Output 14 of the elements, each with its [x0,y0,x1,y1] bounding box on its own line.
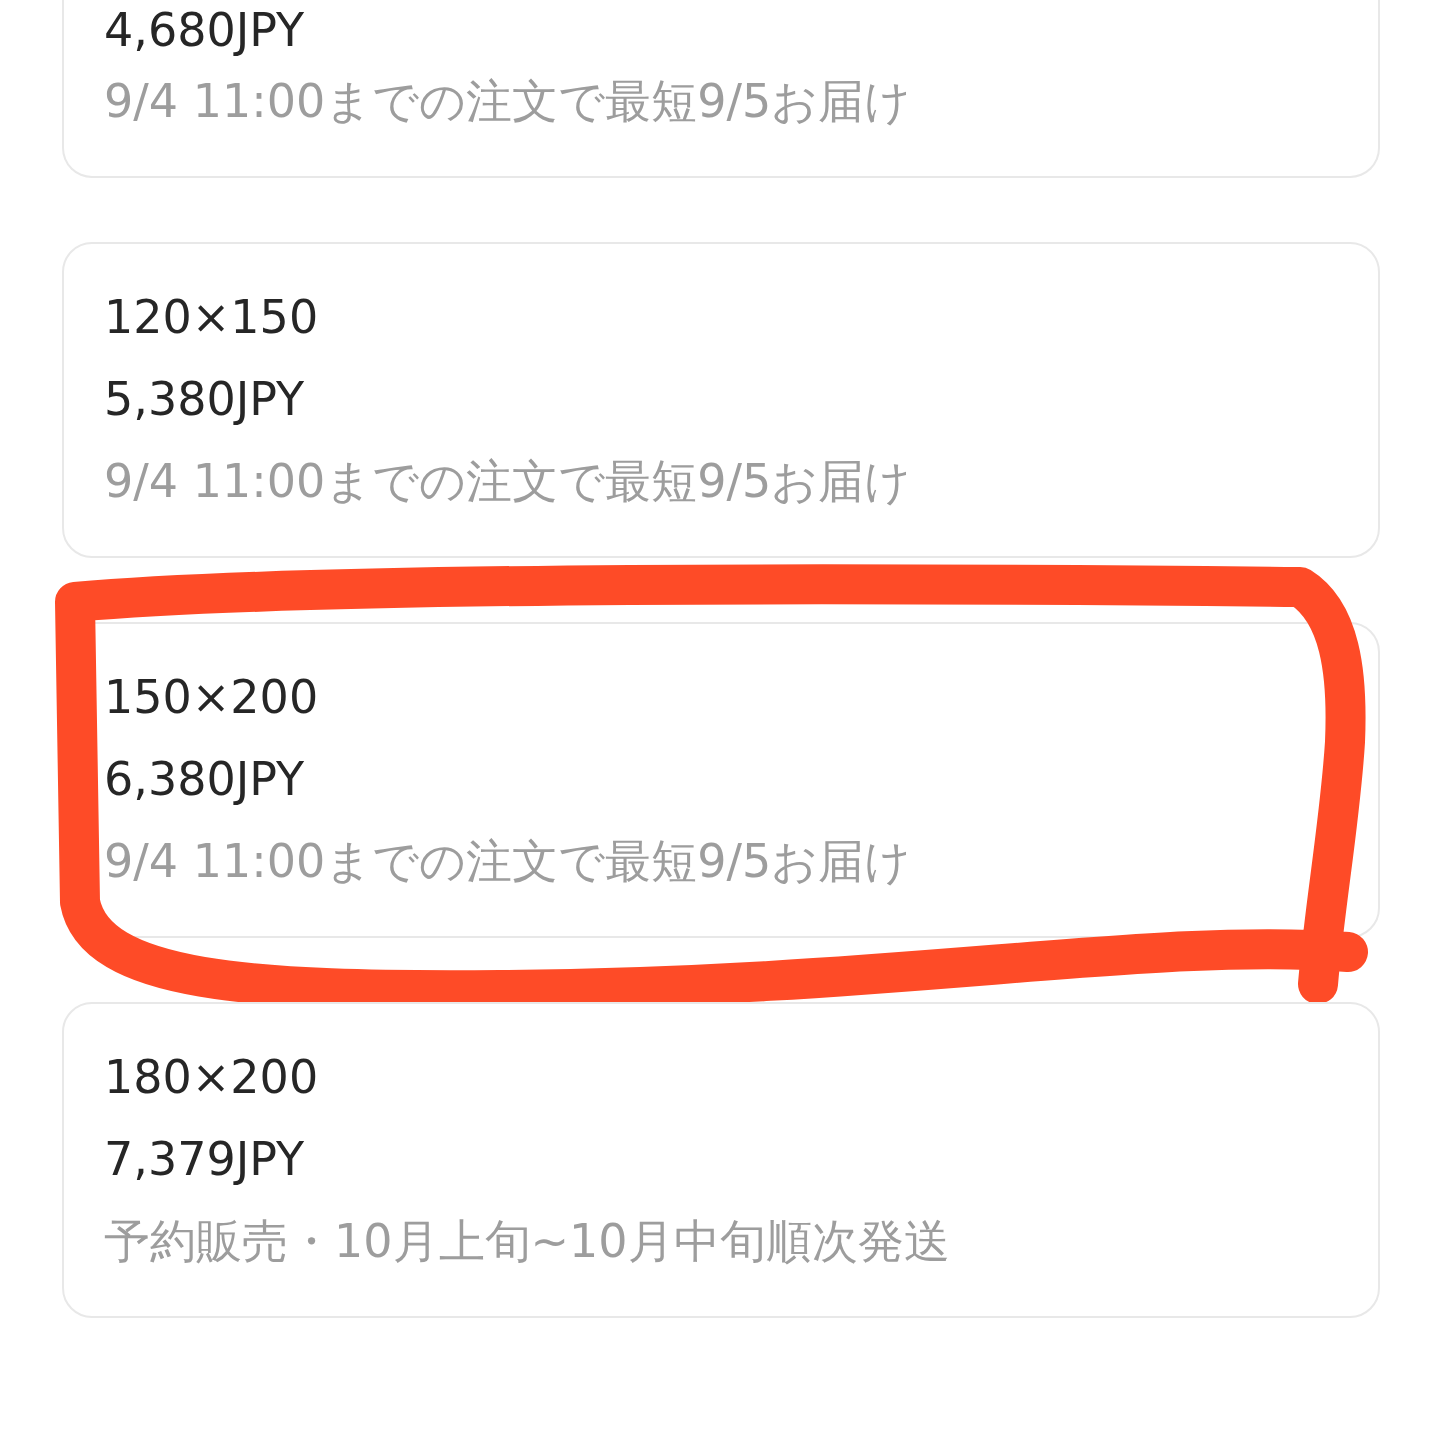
size-label: 120×150 [104,289,319,346]
delivery-note: 9/4 11:00までの注文で最短9/5お届け [104,73,912,130]
option-card[interactable]: 180×200 7,379JPY 予約販売・10月上旬~10月中旬順次発送 [62,1002,1380,1318]
price-label: 7,379JPY [104,1131,305,1188]
size-label: 150×200 [104,669,319,726]
delivery-note: 予約販売・10月上旬~10月中旬順次発送 [104,1213,950,1270]
price-label: 4,680JPY [104,2,305,59]
option-card[interactable]: 4,680JPY 9/4 11:00までの注文で最短9/5お届け [62,0,1380,178]
size-label: 180×200 [104,1049,319,1106]
price-label: 6,380JPY [104,751,305,808]
delivery-note: 9/4 11:00までの注文で最短9/5お届け [104,833,912,890]
delivery-note: 9/4 11:00までの注文で最短9/5お届け [104,453,912,510]
price-label: 5,380JPY [104,371,305,428]
option-card[interactable]: 120×150 5,380JPY 9/4 11:00までの注文で最短9/5お届け [62,242,1380,558]
